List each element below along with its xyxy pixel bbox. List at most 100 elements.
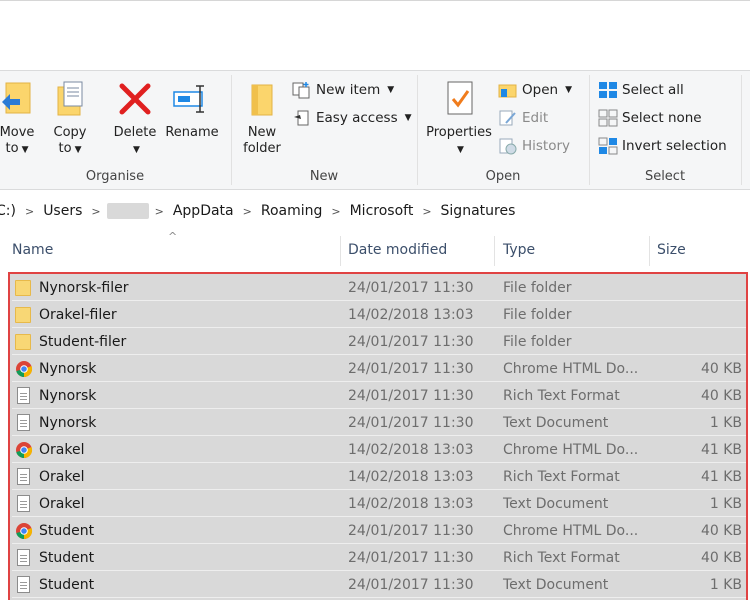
invert-selection-button[interactable]: Invert selection: [598, 137, 727, 155]
file-date-modified: 14/02/2018 13:03: [348, 441, 474, 458]
open-label: Open: [485, 169, 521, 184]
file-size: 41 KB: [700, 468, 742, 485]
file-size: 1 KB: [709, 414, 742, 431]
file-row[interactable]: Student 24/01/2017 11:30 Chrome HTML Do...…: [12, 518, 746, 544]
rename-button[interactable]: Rename: [162, 77, 222, 141]
chevron-right-icon[interactable]: >: [91, 205, 100, 218]
breadcrumb-roaming[interactable]: Roaming: [261, 203, 323, 219]
new-item-button[interactable]: New item ▼: [292, 81, 394, 99]
column-header-size[interactable]: Size: [657, 242, 686, 258]
file-row[interactable]: Nynorsk 24/01/2017 11:30 Rich Text Format 4…: [12, 383, 746, 409]
breadcrumb-users[interactable]: Users: [43, 203, 82, 219]
file-date-modified: 14/02/2018 13:03: [348, 468, 474, 485]
chevron-right-icon[interactable]: >: [25, 205, 34, 218]
copy-to-button[interactable]: Copy to ▼: [48, 77, 92, 158]
sort-ascending-icon: ^: [168, 230, 178, 243]
file-row[interactable]: Nynorsk 24/01/2017 11:30 Chrome HTML Do...…: [12, 356, 746, 382]
select-all-icon: [599, 82, 617, 98]
chrome-icon: [15, 441, 33, 459]
ribbon: Move to ▼ Copy to ▼ Delete ▼ Rename Organi…: [0, 70, 750, 190]
select-none-button[interactable]: Select none: [598, 109, 702, 127]
file-date-modified: 24/01/2017 11:30: [348, 414, 474, 431]
file-name: Orakel-filer: [39, 306, 117, 323]
file-name: Nynorsk-filer: [39, 279, 129, 296]
file-name: Orakel: [39, 441, 85, 458]
file-size: 1 KB: [709, 576, 742, 593]
file-type: Chrome HTML Do...: [503, 360, 639, 377]
file-name: Orakel: [39, 468, 85, 485]
chevron-right-icon[interactable]: >: [422, 205, 431, 218]
column-header-name[interactable]: Name: [12, 242, 53, 258]
file-type: Rich Text Format: [503, 468, 620, 485]
column-divider[interactable]: [494, 236, 495, 266]
rename-icon: [162, 77, 222, 121]
properties-icon: [422, 77, 496, 121]
divider: [741, 75, 742, 185]
folder-icon: [15, 279, 33, 297]
properties-button[interactable]: Properties ▼: [422, 77, 496, 158]
document-icon: [15, 576, 33, 594]
document-icon: [15, 414, 33, 432]
chevron-right-icon[interactable]: >: [331, 205, 340, 218]
file-type: Text Document: [503, 495, 609, 512]
column-divider[interactable]: [649, 236, 650, 266]
select-all-button[interactable]: Select all: [598, 81, 684, 99]
new-item-icon: [292, 82, 310, 99]
copy-to-icon: [48, 77, 92, 121]
file-row[interactable]: Student 24/01/2017 11:30 Rich Text Format 4…: [12, 545, 746, 571]
breadcrumb-appdata[interactable]: AppData: [173, 203, 234, 219]
column-header-date[interactable]: Date modified: [348, 242, 447, 258]
folder-icon: [15, 333, 33, 351]
document-icon: [15, 549, 33, 567]
file-size: 40 KB: [700, 522, 742, 539]
file-name: Nynorsk: [39, 414, 97, 431]
file-row[interactable]: Orakel-filer 14/02/2018 13:03 File folder: [12, 302, 746, 328]
file-date-modified: 24/01/2017 11:30: [348, 279, 474, 296]
file-date-modified: 24/01/2017 11:30: [348, 549, 474, 566]
column-divider[interactable]: [340, 236, 341, 266]
file-row[interactable]: Orakel 14/02/2018 13:03 Rich Text Format 41…: [12, 464, 746, 490]
breadcrumb-drive[interactable]: C:): [0, 203, 16, 219]
chevron-right-icon[interactable]: >: [155, 205, 164, 218]
open-folder-icon: [498, 84, 517, 98]
title-area: [0, 0, 750, 70]
file-row[interactable]: Student 24/01/2017 11:30 Text Document 1 KB: [12, 572, 746, 598]
file-name: Student: [39, 549, 95, 566]
column-header-type[interactable]: Type: [503, 242, 535, 258]
edit-button[interactable]: Edit: [498, 109, 548, 127]
breadcrumb-signatures[interactable]: Signatures: [441, 203, 516, 219]
easy-access-button[interactable]: Easy access ▼: [292, 109, 412, 127]
select-group: Select all Select none Invert selection …: [590, 71, 740, 189]
file-date-modified: 24/01/2017 11:30: [348, 576, 474, 593]
move-to-icon: [0, 77, 42, 121]
history-button[interactable]: History: [498, 137, 570, 155]
file-type: Chrome HTML Do...: [503, 441, 639, 458]
file-row[interactable]: Nynorsk 24/01/2017 11:30 Text Document 1 KB: [12, 410, 746, 436]
move-to-button[interactable]: Move to ▼: [0, 77, 42, 158]
invert-selection-icon: [598, 137, 618, 155]
document-icon: [15, 495, 33, 513]
breadcrumb-microsoft[interactable]: Microsoft: [350, 203, 414, 219]
file-size: 40 KB: [700, 387, 742, 404]
column-headers: ^ Name Date modified Type Size: [0, 230, 750, 266]
file-size: 1 KB: [709, 495, 742, 512]
open-group: Properties ▼ Open ▼ Edit History Open: [418, 71, 588, 189]
file-date-modified: 24/01/2017 11:30: [348, 333, 474, 350]
file-type: Text Document: [503, 414, 609, 431]
open-button[interactable]: Open ▼: [498, 81, 572, 99]
chevron-right-icon[interactable]: >: [243, 205, 252, 218]
file-type: File folder: [503, 306, 572, 323]
file-row[interactable]: Orakel 14/02/2018 13:03 Text Document 1 KB: [12, 491, 746, 517]
easy-access-icon: [294, 110, 309, 126]
file-date-modified: 14/02/2018 13:03: [348, 495, 474, 512]
file-row[interactable]: Orakel 14/02/2018 13:03 Chrome HTML Do... 4…: [12, 437, 746, 463]
new-folder-button[interactable]: New folder: [238, 77, 286, 157]
delete-button[interactable]: Delete ▼: [110, 77, 160, 158]
select-none-icon: [598, 109, 618, 127]
file-row[interactable]: Student-filer 24/01/2017 11:30 File folder: [12, 329, 746, 355]
document-icon: [15, 387, 33, 405]
organise-label: Organise: [85, 169, 145, 184]
file-row[interactable]: Nynorsk-filer 24/01/2017 11:30 File folder: [12, 275, 746, 301]
file-date-modified: 24/01/2017 11:30: [348, 360, 474, 377]
select-label: Select: [644, 169, 686, 184]
